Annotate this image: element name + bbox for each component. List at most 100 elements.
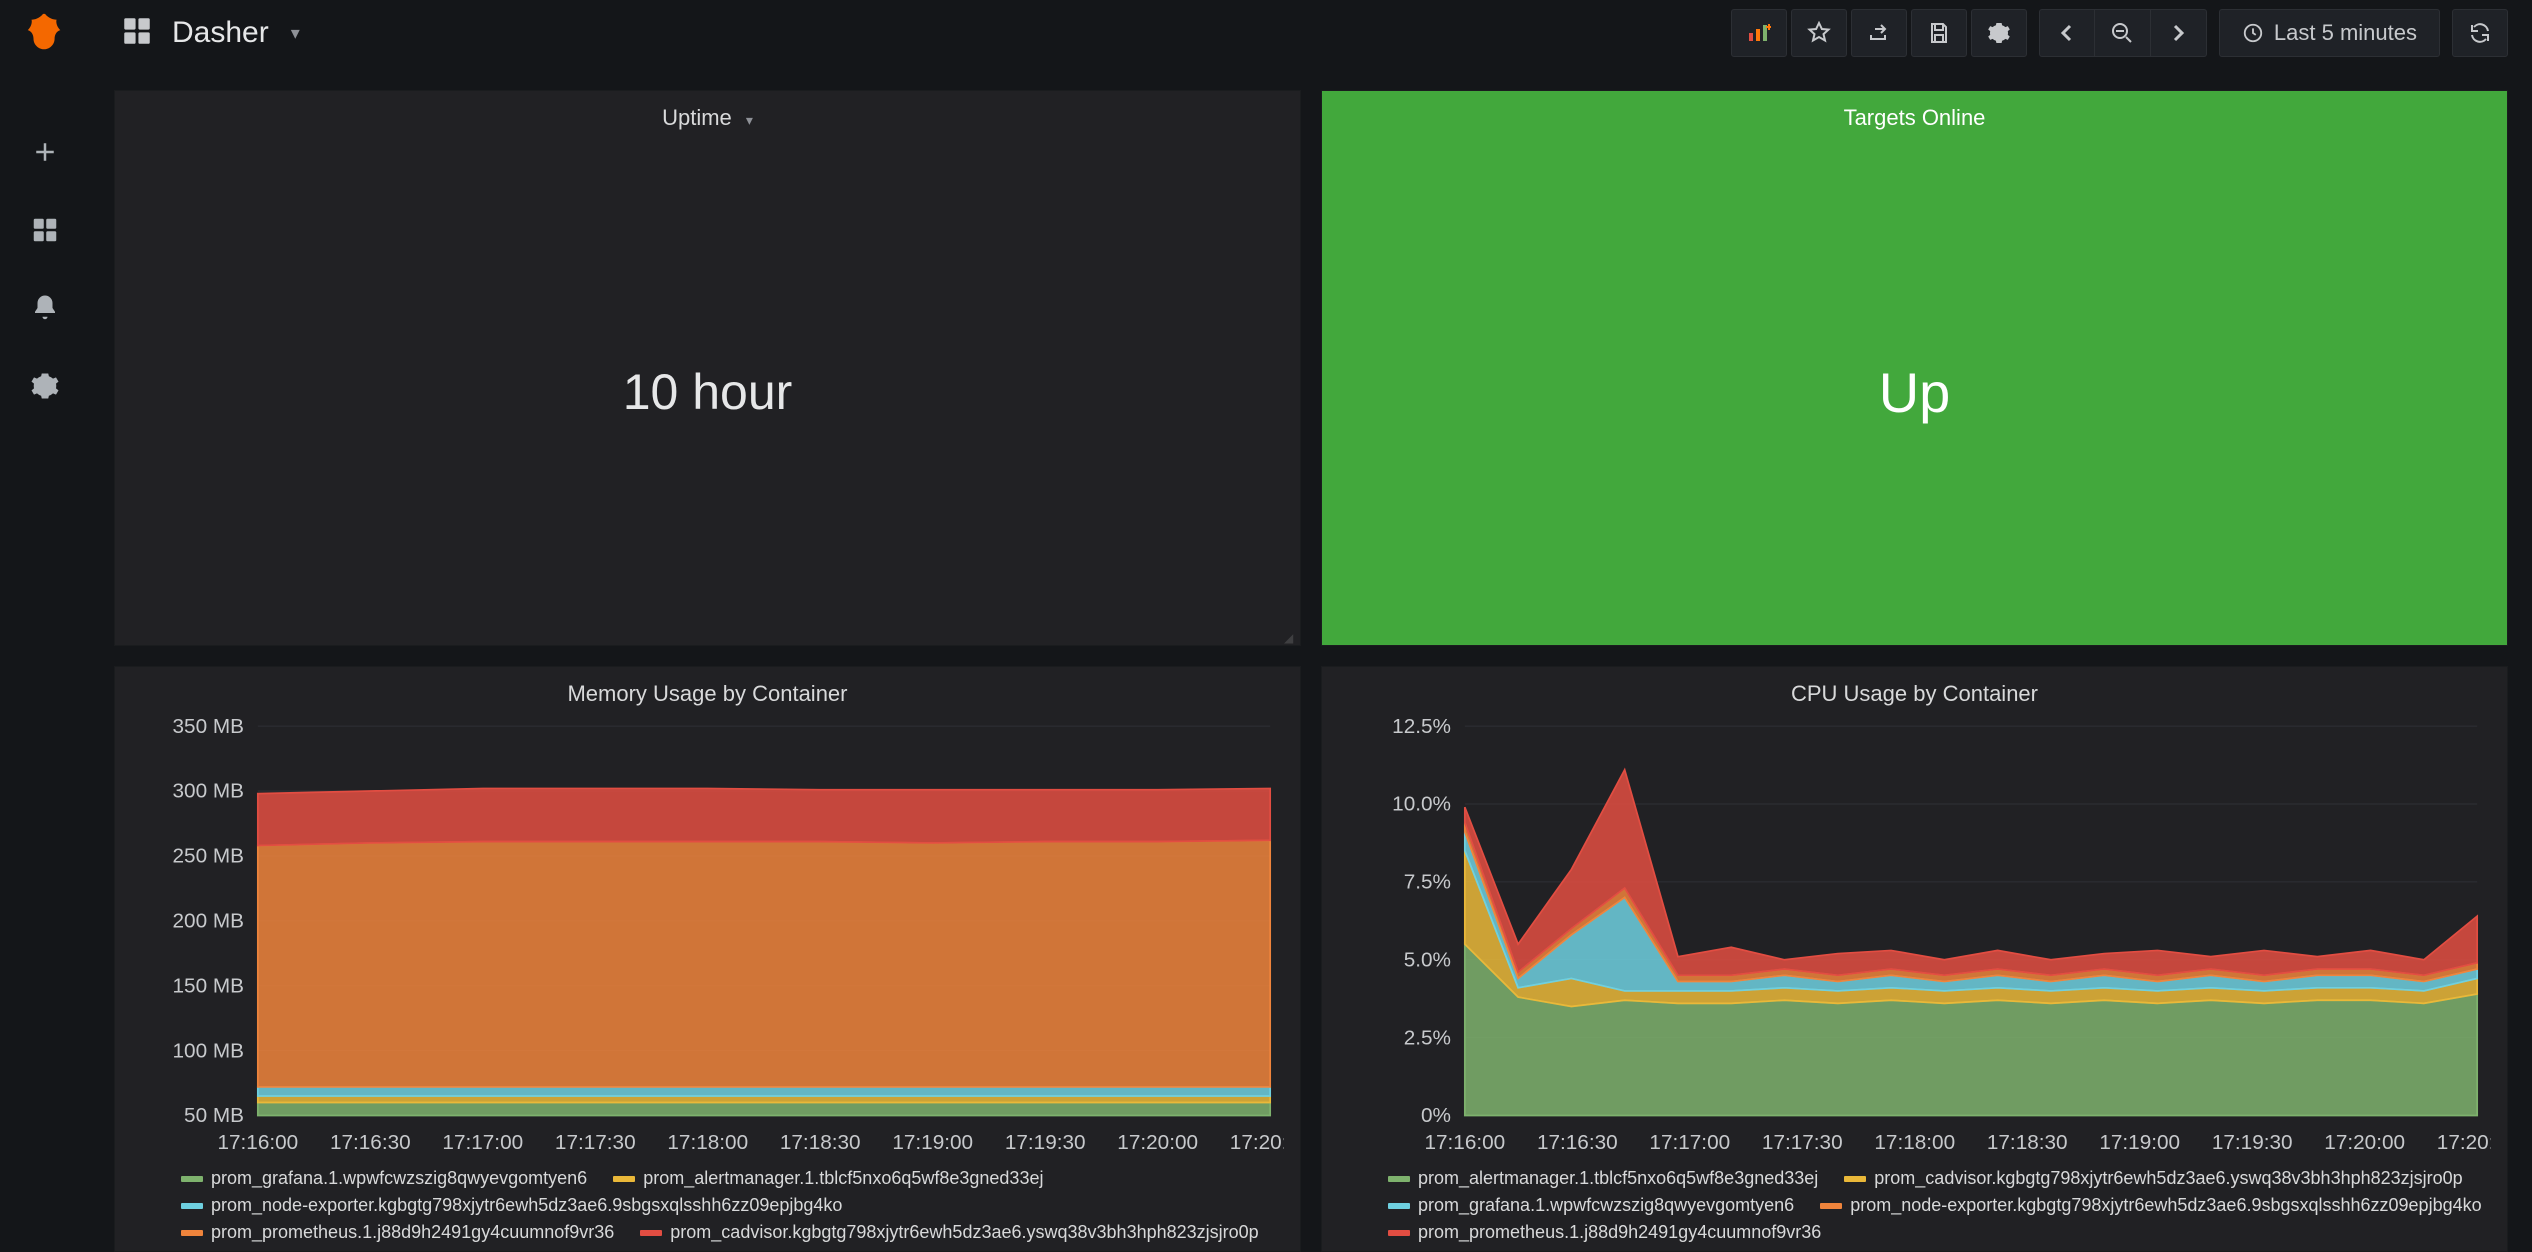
save-button[interactable]	[1911, 9, 1967, 57]
side-nav	[0, 0, 90, 1252]
dashboard-picker[interactable]: Dasher ▾	[120, 14, 300, 53]
legend-item[interactable]: prom_cadvisor.kgbgtg798xjytr6ewh5dz3ae6.…	[1844, 1168, 2462, 1189]
panel-targets-online[interactable]: Targets Online Up	[1321, 90, 2508, 646]
legend-label: prom_node-exporter.kgbgtg798xjytr6ewh5dz…	[1850, 1195, 2481, 1216]
svg-text:50 MB: 50 MB	[184, 1105, 244, 1127]
legend-label: prom_grafana.1.wpwfcwzszig8qwyevgomtyen6	[1418, 1195, 1794, 1216]
share-button[interactable]	[1851, 9, 1907, 57]
dashboard-title: Dasher	[172, 16, 269, 50]
legend-item[interactable]: prom_node-exporter.kgbgtg798xjytr6ewh5dz…	[1820, 1195, 2481, 1216]
legend-label: prom_cadvisor.kgbgtg798xjytr6ewh5dz3ae6.…	[1874, 1168, 2462, 1189]
legend-swatch	[1844, 1176, 1866, 1182]
panel-title[interactable]: Targets Online	[1322, 91, 2507, 139]
svg-text:17:17:30: 17:17:30	[555, 1132, 636, 1154]
legend-item[interactable]: prom_node-exporter.kgbgtg798xjytr6ewh5dz…	[181, 1195, 842, 1216]
time-back-button[interactable]	[2039, 9, 2095, 57]
svg-text:17:18:30: 17:18:30	[1987, 1132, 2068, 1154]
legend-label: prom_grafana.1.wpwfcwzszig8qwyevgomtyen6	[211, 1168, 587, 1189]
legend-swatch	[181, 1203, 203, 1209]
dashboard-grid: Uptime ▾ 10 hour Targets Online Up Memor…	[90, 66, 2532, 1252]
panel-memory-usage[interactable]: Memory Usage by Container 50 MB 100 MB 150…	[114, 666, 1301, 1252]
panel-title[interactable]: CPU Usage by Container	[1322, 667, 2507, 715]
chevron-down-icon: ▾	[746, 112, 753, 128]
legend-swatch	[613, 1176, 635, 1182]
svg-text:17:20:30: 17:20:30	[1230, 1132, 1284, 1154]
svg-text:17:17:00: 17:17:00	[1649, 1132, 1730, 1154]
refresh-button[interactable]	[2452, 9, 2508, 57]
svg-text:17:17:30: 17:17:30	[1762, 1132, 1843, 1154]
legend-item[interactable]: prom_grafana.1.wpwfcwzszig8qwyevgomtyen6	[1388, 1195, 1794, 1216]
alert-bell-icon[interactable]	[23, 286, 67, 330]
legend-item[interactable]: prom_cadvisor.kgbgtg798xjytr6ewh5dz3ae6.…	[640, 1222, 1258, 1243]
svg-text:17:18:30: 17:18:30	[780, 1132, 861, 1154]
legend-swatch	[1388, 1230, 1410, 1236]
svg-text:17:16:30: 17:16:30	[330, 1132, 411, 1154]
chart-legend: prom_grafana.1.wpwfcwzszig8qwyevgomtyen6…	[131, 1160, 1284, 1243]
legend-label: prom_alertmanager.1.tblcf5nxo6q5wf8e3gne…	[643, 1168, 1043, 1189]
svg-text:17:19:00: 17:19:00	[892, 1132, 973, 1154]
chart-legend: prom_alertmanager.1.tblcf5nxo6q5wf8e3gne…	[1338, 1160, 2491, 1243]
svg-text:17:17:00: 17:17:00	[442, 1132, 523, 1154]
legend-swatch	[181, 1176, 203, 1182]
svg-text:100 MB: 100 MB	[173, 1041, 244, 1063]
legend-swatch	[1820, 1203, 1842, 1209]
svg-text:17:18:00: 17:18:00	[1874, 1132, 1955, 1154]
legend-swatch	[1388, 1176, 1410, 1182]
targets-value: Up	[1322, 139, 2507, 645]
legend-swatch	[640, 1230, 662, 1236]
legend-item[interactable]: prom_prometheus.1.j88d9h2491gy4cuumnof9v…	[1388, 1222, 1821, 1243]
settings-button[interactable]	[1971, 9, 2027, 57]
legend-swatch	[1388, 1203, 1410, 1209]
chart-memory: 50 MB100 MB150 MB200 MB250 MB300 MB350 M…	[115, 715, 1300, 1251]
legend-label: prom_prometheus.1.j88d9h2491gy4cuumnof9v…	[211, 1222, 614, 1243]
chart-cpu: 0% 2.5% 5.0% 7.5% 10.0% 12.5% 17:16:00 17:16:30…	[1322, 715, 2507, 1251]
time-forward-button[interactable]	[2151, 9, 2207, 57]
legend-item[interactable]: prom_alertmanager.1.tblcf5nxo6q5wf8e3gne…	[1388, 1168, 1818, 1189]
svg-text:0%: 0%	[1421, 1105, 1451, 1127]
svg-text:17:19:30: 17:19:30	[1005, 1132, 1086, 1154]
chevron-down-icon: ▾	[291, 23, 300, 44]
svg-text:7.5%: 7.5%	[1404, 872, 1451, 894]
zoom-out-button[interactable]	[2095, 9, 2151, 57]
uptime-value: 10 hour	[115, 139, 1300, 645]
svg-text:17:20:00: 17:20:00	[1117, 1132, 1198, 1154]
panel-title[interactable]: Uptime ▾	[115, 91, 1300, 139]
svg-text:10.0%: 10.0%	[1392, 794, 1451, 816]
legend-label: prom_alertmanager.1.tblcf5nxo6q5wf8e3gne…	[1418, 1168, 1818, 1189]
grafana-logo[interactable]	[22, 10, 68, 56]
legend-item[interactable]: prom_alertmanager.1.tblcf5nxo6q5wf8e3gne…	[613, 1168, 1043, 1189]
dashboards-icon[interactable]	[23, 208, 67, 252]
svg-text:2.5%: 2.5%	[1404, 1028, 1451, 1050]
svg-text:17:16:00: 17:16:00	[1424, 1132, 1505, 1154]
legend-item[interactable]: prom_prometheus.1.j88d9h2491gy4cuumnof9v…	[181, 1222, 614, 1243]
svg-text:17:20:30: 17:20:30	[2437, 1132, 2491, 1154]
svg-text:300 MB: 300 MB	[173, 781, 244, 803]
panel-uptime[interactable]: Uptime ▾ 10 hour	[114, 90, 1301, 646]
svg-text:17:20:00: 17:20:00	[2324, 1132, 2405, 1154]
dashboards-icon	[120, 14, 154, 53]
svg-text:200 MB: 200 MB	[173, 911, 244, 933]
svg-text:17:18:00: 17:18:00	[667, 1132, 748, 1154]
add-panel-button[interactable]	[1731, 9, 1787, 57]
top-bar: Dasher ▾ Last 5 minutes	[90, 0, 2532, 66]
time-range-picker[interactable]: Last 5 minutes	[2219, 9, 2440, 57]
legend-swatch	[181, 1230, 203, 1236]
legend-item[interactable]: prom_grafana.1.wpwfcwzszig8qwyevgomtyen6	[181, 1168, 587, 1189]
panel-title[interactable]: Memory Usage by Container	[115, 667, 1300, 715]
svg-text:17:16:30: 17:16:30	[1537, 1132, 1618, 1154]
svg-text:5.0%: 5.0%	[1404, 950, 1451, 972]
panel-cpu-usage[interactable]: CPU Usage by Container 0% 2.5% 5.0% 7.5% 10.…	[1321, 666, 2508, 1252]
svg-text:17:19:00: 17:19:00	[2099, 1132, 2180, 1154]
legend-label: prom_node-exporter.kgbgtg798xjytr6ewh5dz…	[211, 1195, 842, 1216]
star-button[interactable]	[1791, 9, 1847, 57]
add-icon[interactable]	[23, 130, 67, 174]
svg-text:17:19:30: 17:19:30	[2212, 1132, 2293, 1154]
legend-label: prom_prometheus.1.j88d9h2491gy4cuumnof9v…	[1418, 1222, 1821, 1243]
svg-text:150 MB: 150 MB	[173, 976, 244, 998]
svg-text:17:16:00: 17:16:00	[217, 1132, 298, 1154]
resize-handle[interactable]	[1284, 629, 1296, 641]
gear-icon[interactable]	[23, 364, 67, 408]
svg-text:350 MB: 350 MB	[173, 716, 244, 738]
svg-text:12.5%: 12.5%	[1392, 716, 1451, 738]
legend-label: prom_cadvisor.kgbgtg798xjytr6ewh5dz3ae6.…	[670, 1222, 1258, 1243]
